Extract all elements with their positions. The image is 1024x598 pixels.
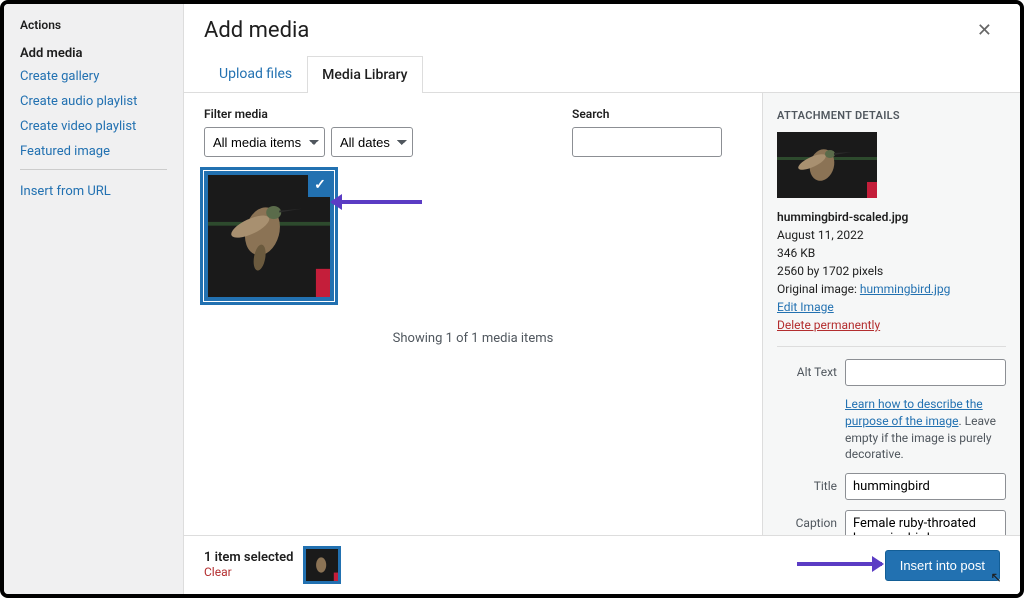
search-label: Search <box>572 107 722 121</box>
annotation-arrow <box>797 562 882 566</box>
alt-help-text: Learn how to describe the purpose of the… <box>845 396 1006 463</box>
delete-permanently-link[interactable]: Delete permanently <box>777 318 880 332</box>
selected-thumbnail[interactable] <box>303 546 341 584</box>
title-input[interactable] <box>845 473 1006 500</box>
search-input[interactable] <box>572 127 722 157</box>
media-browser: Filter media All media items All dates S… <box>184 93 762 535</box>
sidebar-item-insert-from-url[interactable]: Insert from URL <box>20 184 167 199</box>
actions-sidebar: Actions Add media Create gallery Create … <box>4 4 184 594</box>
filter-date-select[interactable]: All dates <box>331 127 413 157</box>
caption-label: Caption <box>777 510 837 530</box>
original-image-label: Original image: <box>777 282 860 296</box>
sidebar-item-create-audio-playlist[interactable]: Create audio playlist <box>20 94 167 109</box>
filter-media-label: Filter media <box>204 107 413 121</box>
detail-size: 346 KB <box>777 244 1006 262</box>
clear-selection-link[interactable]: Clear <box>204 565 232 579</box>
sidebar-item-create-gallery[interactable]: Create gallery <box>20 69 167 84</box>
media-thumbnail[interactable] <box>204 171 334 301</box>
detail-date: August 11, 2022 <box>777 226 1006 244</box>
title-label: Title <box>777 473 837 493</box>
edit-image-link[interactable]: Edit Image <box>777 300 834 314</box>
tabs: Upload files Media Library <box>184 55 1020 93</box>
alt-text-label: Alt Text <box>777 359 837 379</box>
sidebar-add-media-label: Add media <box>20 46 167 61</box>
close-button[interactable]: ✕ <box>969 16 1000 45</box>
details-divider <box>777 346 1006 347</box>
sidebar-item-create-video-playlist[interactable]: Create video playlist <box>20 119 167 134</box>
tab-media-library[interactable]: Media Library <box>307 56 422 93</box>
insert-into-post-button[interactable]: Insert into post <box>885 550 1000 581</box>
selected-count: 1 item selected <box>204 550 293 565</box>
footer-toolbar: 1 item selected Clear Insert into post <box>184 535 1020 594</box>
attachment-details-heading: ATTACHMENT DETAILS <box>777 109 1006 122</box>
filter-type-select[interactable]: All media items <box>204 127 325 157</box>
detail-thumbnail <box>777 132 877 198</box>
tab-upload-files[interactable]: Upload files <box>204 55 307 92</box>
media-count-status: Showing 1 of 1 media items <box>204 331 742 346</box>
alt-text-input[interactable] <box>845 359 1006 386</box>
hummingbird-icon <box>306 549 338 581</box>
caption-textarea[interactable]: Female ruby-throated hummingbird. <box>845 510 1006 535</box>
original-image-link[interactable]: hummingbird.jpg <box>860 282 950 296</box>
hummingbird-icon <box>777 132 877 198</box>
attachment-details-panel: ATTACHMENT DETAILS hummingbird-scaled.jp… <box>762 93 1020 535</box>
sidebar-divider <box>20 169 167 170</box>
annotation-arrow <box>332 200 422 204</box>
detail-filename: hummingbird-scaled.jpg <box>777 210 908 224</box>
actions-heading: Actions <box>20 18 167 32</box>
modal-title: Add media <box>204 18 309 43</box>
sidebar-item-featured-image[interactable]: Featured image <box>20 144 167 159</box>
detail-dimensions: 2560 by 1702 pixels <box>777 262 1006 280</box>
